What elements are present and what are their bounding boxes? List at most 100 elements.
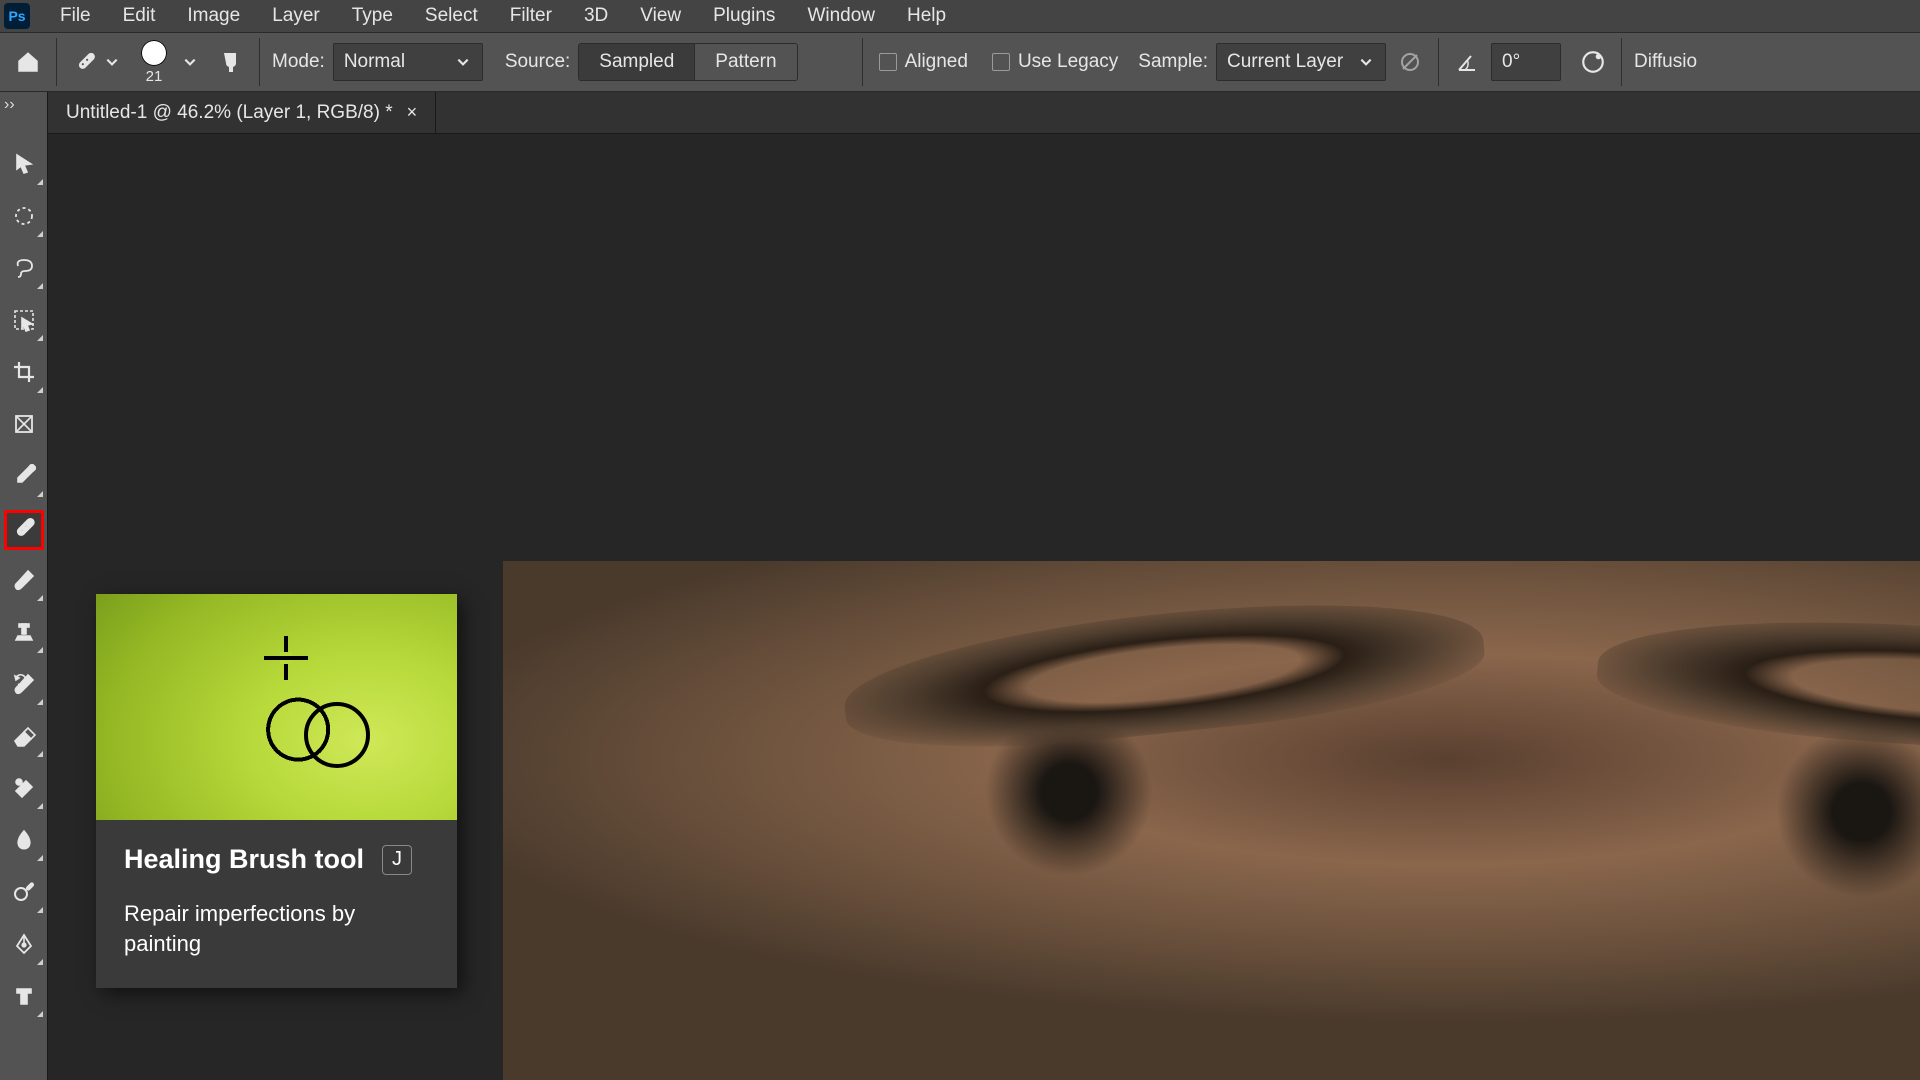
history-brush-tool[interactable] — [4, 666, 44, 706]
toolbar-collapse-toggle[interactable]: ›› — [0, 92, 48, 134]
pressure-for-size-button[interactable] — [1569, 40, 1617, 84]
aligned-checkbox[interactable]: Aligned — [867, 51, 980, 73]
type-tool[interactable] — [4, 978, 44, 1018]
sample-value: Current Layer — [1227, 51, 1343, 73]
crosshair-icon — [264, 636, 308, 680]
tooltip-title: Healing Brush tool — [124, 844, 364, 875]
chevron-down-icon — [454, 53, 472, 71]
flyout-indicator-icon — [37, 959, 43, 965]
brush-tool[interactable] — [4, 562, 44, 602]
object-selection-tool-icon — [12, 308, 36, 337]
ignore-adjustment-layers-button[interactable] — [1386, 40, 1434, 84]
marquee-tool[interactable] — [4, 198, 44, 238]
brush-tool-icon — [12, 568, 36, 597]
brush-preset-picker[interactable]: 21 — [131, 40, 177, 85]
flyout-indicator-icon — [37, 855, 43, 861]
lasso-tool-icon — [12, 256, 36, 285]
menu-window[interactable]: Window — [791, 3, 891, 29]
canvas-area[interactable]: Healing Brush tool J Repair imperfection… — [48, 134, 1920, 1080]
flyout-indicator-icon — [37, 231, 43, 237]
clone-stamp-tool[interactable] — [4, 614, 44, 654]
menu-file[interactable]: File — [44, 3, 107, 29]
menu-help[interactable]: Help — [891, 3, 962, 29]
bandage-icon — [71, 48, 99, 76]
gradient-tool-icon — [12, 776, 36, 805]
brush-settings-button[interactable] — [207, 40, 255, 84]
chevron-down-icon — [103, 53, 121, 71]
brush-cursor-icon — [304, 702, 370, 768]
document-tab-bar: Untitled-1 @ 46.2% (Layer 1, RGB/8) * × — [48, 92, 1920, 134]
app-logo: Ps — [4, 3, 30, 29]
frame-tool[interactable] — [4, 406, 44, 446]
tool-preset-picker[interactable] — [61, 40, 131, 84]
flyout-indicator-icon — [37, 335, 43, 341]
pen-tool-icon — [12, 932, 36, 961]
eraser-tool[interactable] — [4, 718, 44, 758]
brush-angle-icon-button[interactable] — [1443, 40, 1491, 84]
flyout-indicator-icon — [37, 595, 43, 601]
brush-size-value: 21 — [146, 68, 163, 85]
aligned-label: Aligned — [905, 51, 968, 73]
gradient-tool[interactable] — [4, 770, 44, 810]
dodge-tool[interactable] — [4, 874, 44, 914]
flyout-indicator-icon — [37, 387, 43, 393]
brush-preview-icon — [141, 40, 167, 66]
pressure-icon — [1579, 48, 1607, 76]
chevron-right-icon: ›› — [4, 96, 15, 114]
document-image — [503, 561, 1920, 1080]
menu-plugins[interactable]: Plugins — [697, 3, 791, 29]
menu-layer[interactable]: Layer — [256, 3, 336, 29]
lasso-tool[interactable] — [4, 250, 44, 290]
flyout-indicator-icon — [37, 907, 43, 913]
close-icon[interactable]: × — [407, 102, 418, 123]
use-legacy-checkbox[interactable]: Use Legacy — [980, 51, 1130, 73]
menu-select[interactable]: Select — [409, 3, 494, 29]
checkbox-icon — [992, 53, 1010, 71]
home-icon — [14, 48, 42, 76]
chevron-down-icon[interactable] — [181, 53, 199, 71]
flyout-indicator-icon — [37, 647, 43, 653]
mode-select[interactable]: Normal — [333, 43, 483, 81]
marquee-tool-icon — [12, 204, 36, 233]
use-legacy-label: Use Legacy — [1018, 51, 1118, 73]
crop-tool[interactable] — [4, 354, 44, 394]
healing-brush-tool[interactable] — [4, 510, 44, 550]
flyout-indicator-icon — [37, 751, 43, 757]
options-bar: 21 Mode: Normal Source: Sampled Pattern … — [0, 32, 1920, 92]
checkbox-icon — [879, 53, 897, 71]
eyedropper-tool[interactable] — [4, 458, 44, 498]
pen-tool[interactable] — [4, 926, 44, 966]
history-brush-tool-icon — [12, 672, 36, 701]
diffusion-label: Diffusio — [1626, 51, 1705, 73]
brush-panel-icon — [217, 48, 245, 76]
document-tab[interactable]: Untitled-1 @ 46.2% (Layer 1, RGB/8) * × — [48, 92, 436, 133]
move-tool-icon — [12, 152, 36, 181]
source-option-pattern[interactable]: Pattern — [695, 44, 796, 80]
menu-filter[interactable]: Filter — [494, 3, 568, 29]
flyout-indicator-icon — [37, 1011, 43, 1017]
crop-tool-icon — [12, 360, 36, 389]
menu-type[interactable]: Type — [336, 3, 409, 29]
menu-view[interactable]: View — [624, 3, 697, 29]
angle-value: 0° — [1502, 51, 1520, 73]
flyout-indicator-icon — [37, 179, 43, 185]
sample-select[interactable]: Current Layer — [1216, 43, 1386, 81]
clone-stamp-tool-icon — [12, 620, 36, 649]
menu-3d[interactable]: 3D — [568, 3, 624, 29]
menu-image[interactable]: Image — [171, 3, 256, 29]
menu-edit[interactable]: Edit — [107, 3, 172, 29]
brush-angle-input[interactable]: 0° — [1491, 43, 1561, 81]
flyout-indicator-icon — [37, 491, 43, 497]
angle-icon — [1453, 48, 1481, 76]
source-label: Source: — [497, 51, 578, 73]
tooltip-body: Healing Brush tool J Repair imperfection… — [96, 820, 457, 988]
object-selection-tool[interactable] — [4, 302, 44, 342]
source-option-sampled[interactable]: Sampled — [579, 44, 695, 80]
blur-tool-icon — [12, 828, 36, 857]
tools-panel — [0, 134, 48, 1080]
move-tool[interactable] — [4, 146, 44, 186]
eyedropper-tool-icon — [12, 464, 36, 493]
document-title: Untitled-1 @ 46.2% (Layer 1, RGB/8) * — [66, 102, 393, 124]
blur-tool[interactable] — [4, 822, 44, 862]
home-button[interactable] — [4, 40, 52, 84]
